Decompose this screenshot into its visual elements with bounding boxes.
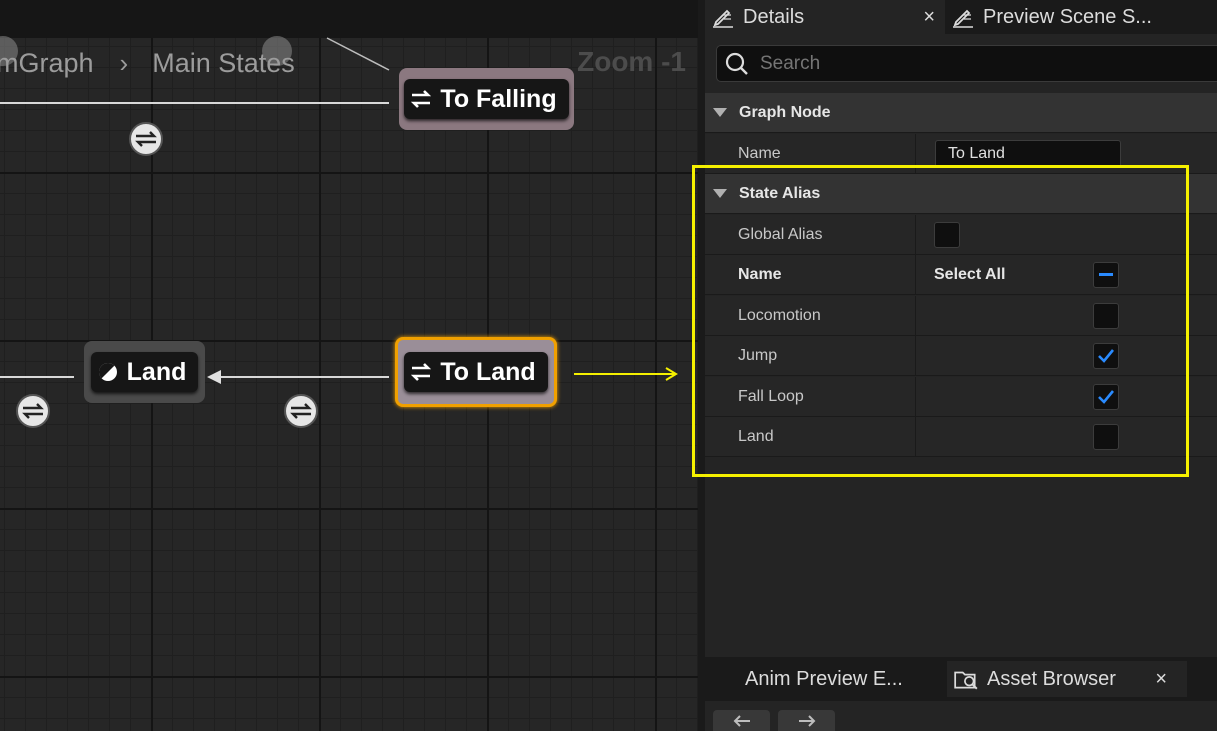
anim-graph-canvas[interactable]: mGraph › Main States Zoom -1 To Falling …	[0, 0, 698, 731]
tab-asset-browser[interactable]: Asset Browser ×	[947, 661, 1187, 697]
annotation-highlight-box	[692, 165, 1189, 477]
category-label: Graph Node	[739, 103, 831, 121]
transition-rule-pin[interactable]	[129, 122, 163, 156]
graph-top-strip	[0, 0, 698, 38]
panel-tab-bar: Details × Preview Scene S...	[705, 0, 1217, 34]
transition-wire	[218, 376, 389, 378]
tab-preview-scene-settings[interactable]: Preview Scene S...	[945, 0, 1162, 34]
tab-label: Asset Browser	[987, 667, 1116, 690]
state-node-land[interactable]: Land	[84, 341, 205, 403]
transition-arrows-icon	[22, 403, 44, 419]
property-label: Name	[738, 144, 781, 162]
node-title: To Falling	[440, 84, 557, 113]
breadcrumb-item-animgraph[interactable]: mGraph	[0, 48, 94, 79]
tab-label: Anim Preview E...	[745, 667, 903, 690]
state-alias-node-to-falling[interactable]: To Falling	[399, 68, 574, 130]
collapse-triangle-icon	[713, 108, 727, 117]
bottom-tab-bar: Anim Preview E... Asset Browser ×	[705, 657, 1217, 701]
tab-anim-preview-editor[interactable]: Anim Preview E...	[745, 661, 903, 697]
node-title: Land	[126, 357, 187, 386]
state-alias-icon	[410, 88, 432, 110]
asset-browser-nav	[705, 701, 1217, 731]
close-icon[interactable]: ×	[1155, 668, 1167, 691]
breadcrumb: mGraph › Main States	[0, 46, 295, 80]
wire-line	[326, 37, 390, 71]
transition-wire	[0, 102, 389, 104]
zoom-level-label: Zoom -1	[577, 46, 686, 77]
transition-rule-pin[interactable]	[16, 394, 50, 428]
arrow-left-icon	[733, 715, 750, 727]
search-input[interactable]	[760, 52, 1160, 75]
transition-arrows-icon	[135, 131, 157, 147]
breadcrumb-separator: ›	[119, 47, 129, 78]
node-name-field[interactable]: To Land	[935, 140, 1121, 168]
tab-label: Preview Scene S...	[983, 5, 1152, 28]
tab-details[interactable]: Details ×	[705, 0, 945, 34]
forward-button[interactable]	[778, 710, 835, 731]
close-icon[interactable]: ×	[923, 6, 935, 29]
state-alias-icon	[410, 361, 432, 383]
wire-arrowhead	[207, 370, 221, 384]
state-icon	[97, 361, 119, 383]
category-graph-node[interactable]: Graph Node	[705, 93, 1217, 133]
search-box[interactable]	[716, 45, 1217, 82]
search-icon	[725, 52, 748, 75]
node-title: To Land	[440, 357, 536, 386]
tab-label: Details	[743, 5, 805, 28]
transition-rule-pin[interactable]	[284, 394, 318, 428]
back-button[interactable]	[713, 710, 770, 731]
transition-wire	[0, 376, 74, 378]
annotation-arrow-icon	[574, 367, 678, 381]
arrow-right-icon	[798, 715, 815, 727]
pencil-icon	[953, 9, 973, 28]
asset-browser-icon	[954, 671, 978, 690]
transition-arrows-icon	[290, 403, 312, 419]
pencil-icon	[713, 9, 733, 28]
breadcrumb-item-main-states[interactable]: Main States	[152, 48, 295, 79]
state-alias-node-to-land[interactable]: To Land	[395, 337, 557, 407]
